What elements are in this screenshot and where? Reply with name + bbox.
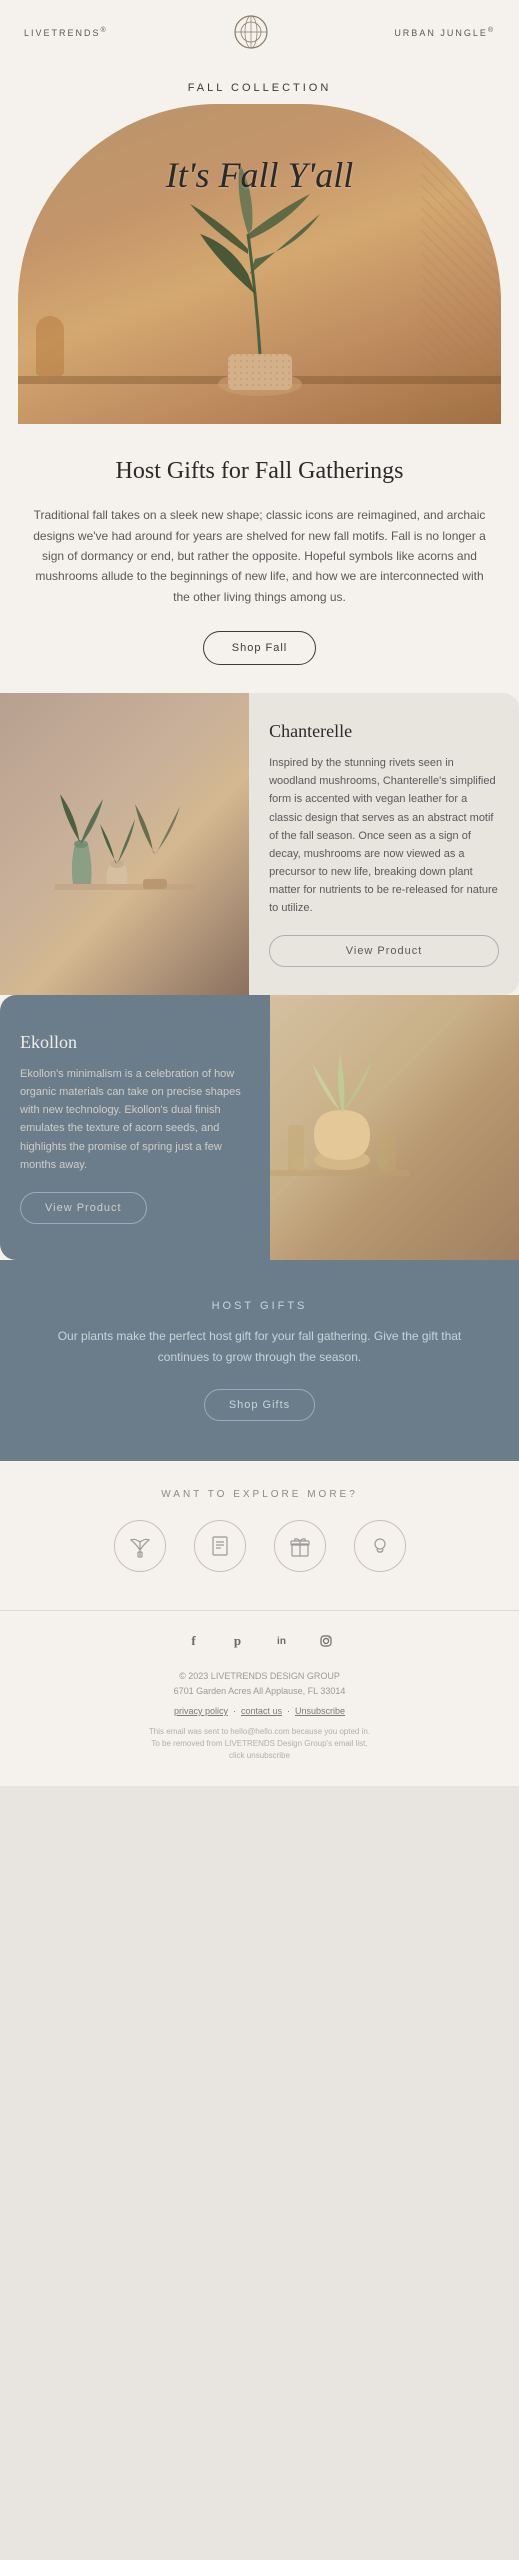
chanterelle-product-image	[55, 724, 195, 964]
host-gifts-body: Our plants make the perfect host gift fo…	[32, 1326, 487, 1367]
hero-title: It's Fall Y'all	[18, 154, 501, 196]
facebook-icon[interactable]: f	[180, 1627, 208, 1655]
host-gifts-section: HOST GIFTS Our plants make the perfect h…	[0, 1260, 519, 1461]
social-footer: f p in © 2023 LIVETRENDS DESIGN GROUP 67…	[0, 1610, 519, 1786]
explore-item-catalog[interactable]	[194, 1520, 246, 1572]
instagram-icon[interactable]	[312, 1627, 340, 1655]
chanterelle-card: Chanterelle Inspired by the stunning riv…	[0, 693, 519, 995]
explore-section: WANT TO EXPLORE MORE?	[0, 1461, 519, 1610]
explore-item-plant[interactable]	[114, 1520, 166, 1572]
brand-right: URBAN JUNGLE®	[394, 27, 495, 38]
ekollon-image	[270, 995, 519, 1260]
contact-link[interactable]: contact us	[241, 1706, 282, 1716]
header: LIVETRENDS® URBAN JUNGLE®	[0, 0, 519, 64]
intro-section: Host Gifts for Fall Gatherings Tradition…	[0, 424, 519, 693]
gift-icon	[274, 1520, 326, 1572]
chanterelle-description: Inspired by the stunning rivets seen in …	[269, 754, 499, 917]
ekollon-content: Ekollon Ekollon's minimalism is a celebr…	[0, 995, 270, 1260]
chanterelle-image	[0, 693, 249, 995]
footer-disclaimer: This email was sent to hello@hello.com b…	[20, 1726, 499, 1778]
explore-label: WANT TO EXPLORE MORE?	[20, 1489, 499, 1500]
social-icons-row: f p in	[20, 1627, 499, 1655]
host-gifts-label: HOST GIFTS	[32, 1300, 487, 1312]
footer-address: © 2023 LIVETRENDS DESIGN GROUP 6701 Gard…	[20, 1669, 499, 1698]
ekollon-view-product-button[interactable]: View Product	[20, 1192, 147, 1224]
hero-image: It's Fall Y'all	[18, 104, 501, 424]
plant-icon	[114, 1520, 166, 1572]
product-section: Chanterelle Inspired by the stunning riv…	[0, 693, 519, 1260]
header-logo	[233, 14, 269, 50]
chanterelle-view-product-button[interactable]: View Product	[269, 935, 499, 967]
idea-icon	[354, 1520, 406, 1572]
unsubscribe-link[interactable]: Unsubscribe	[295, 1706, 345, 1716]
footer-links: privacy policy · contact us · Unsubscrib…	[20, 1706, 499, 1716]
ekollon-product-image	[270, 995, 410, 1255]
intro-heading: Host Gifts for Fall Gatherings	[32, 456, 487, 487]
pinterest-icon[interactable]: p	[224, 1627, 252, 1655]
intro-body: Traditional fall takes on a sleek new sh…	[32, 505, 487, 607]
explore-item-gift[interactable]	[274, 1520, 326, 1572]
fall-collection-label: FALL COLLECTION	[0, 64, 519, 104]
chanterelle-title: Chanterelle	[269, 721, 499, 742]
linkedin-icon[interactable]: in	[268, 1627, 296, 1655]
catalog-icon	[194, 1520, 246, 1572]
ekollon-card: Ekollon Ekollon's minimalism is a celebr…	[0, 995, 519, 1260]
shop-gifts-button[interactable]: Shop Gifts	[204, 1389, 315, 1421]
ekollon-description: Ekollon's minimalism is a celebration of…	[20, 1065, 250, 1174]
explore-icons-row	[20, 1520, 499, 1572]
shop-fall-button[interactable]: Shop Fall	[203, 631, 316, 665]
explore-item-idea[interactable]	[354, 1520, 406, 1572]
privacy-link[interactable]: privacy policy	[174, 1706, 228, 1716]
brand-left: LIVETRENDS®	[24, 27, 108, 38]
ekollon-title: Ekollon	[20, 1032, 250, 1053]
chanterelle-content: Chanterelle Inspired by the stunning riv…	[249, 693, 519, 995]
